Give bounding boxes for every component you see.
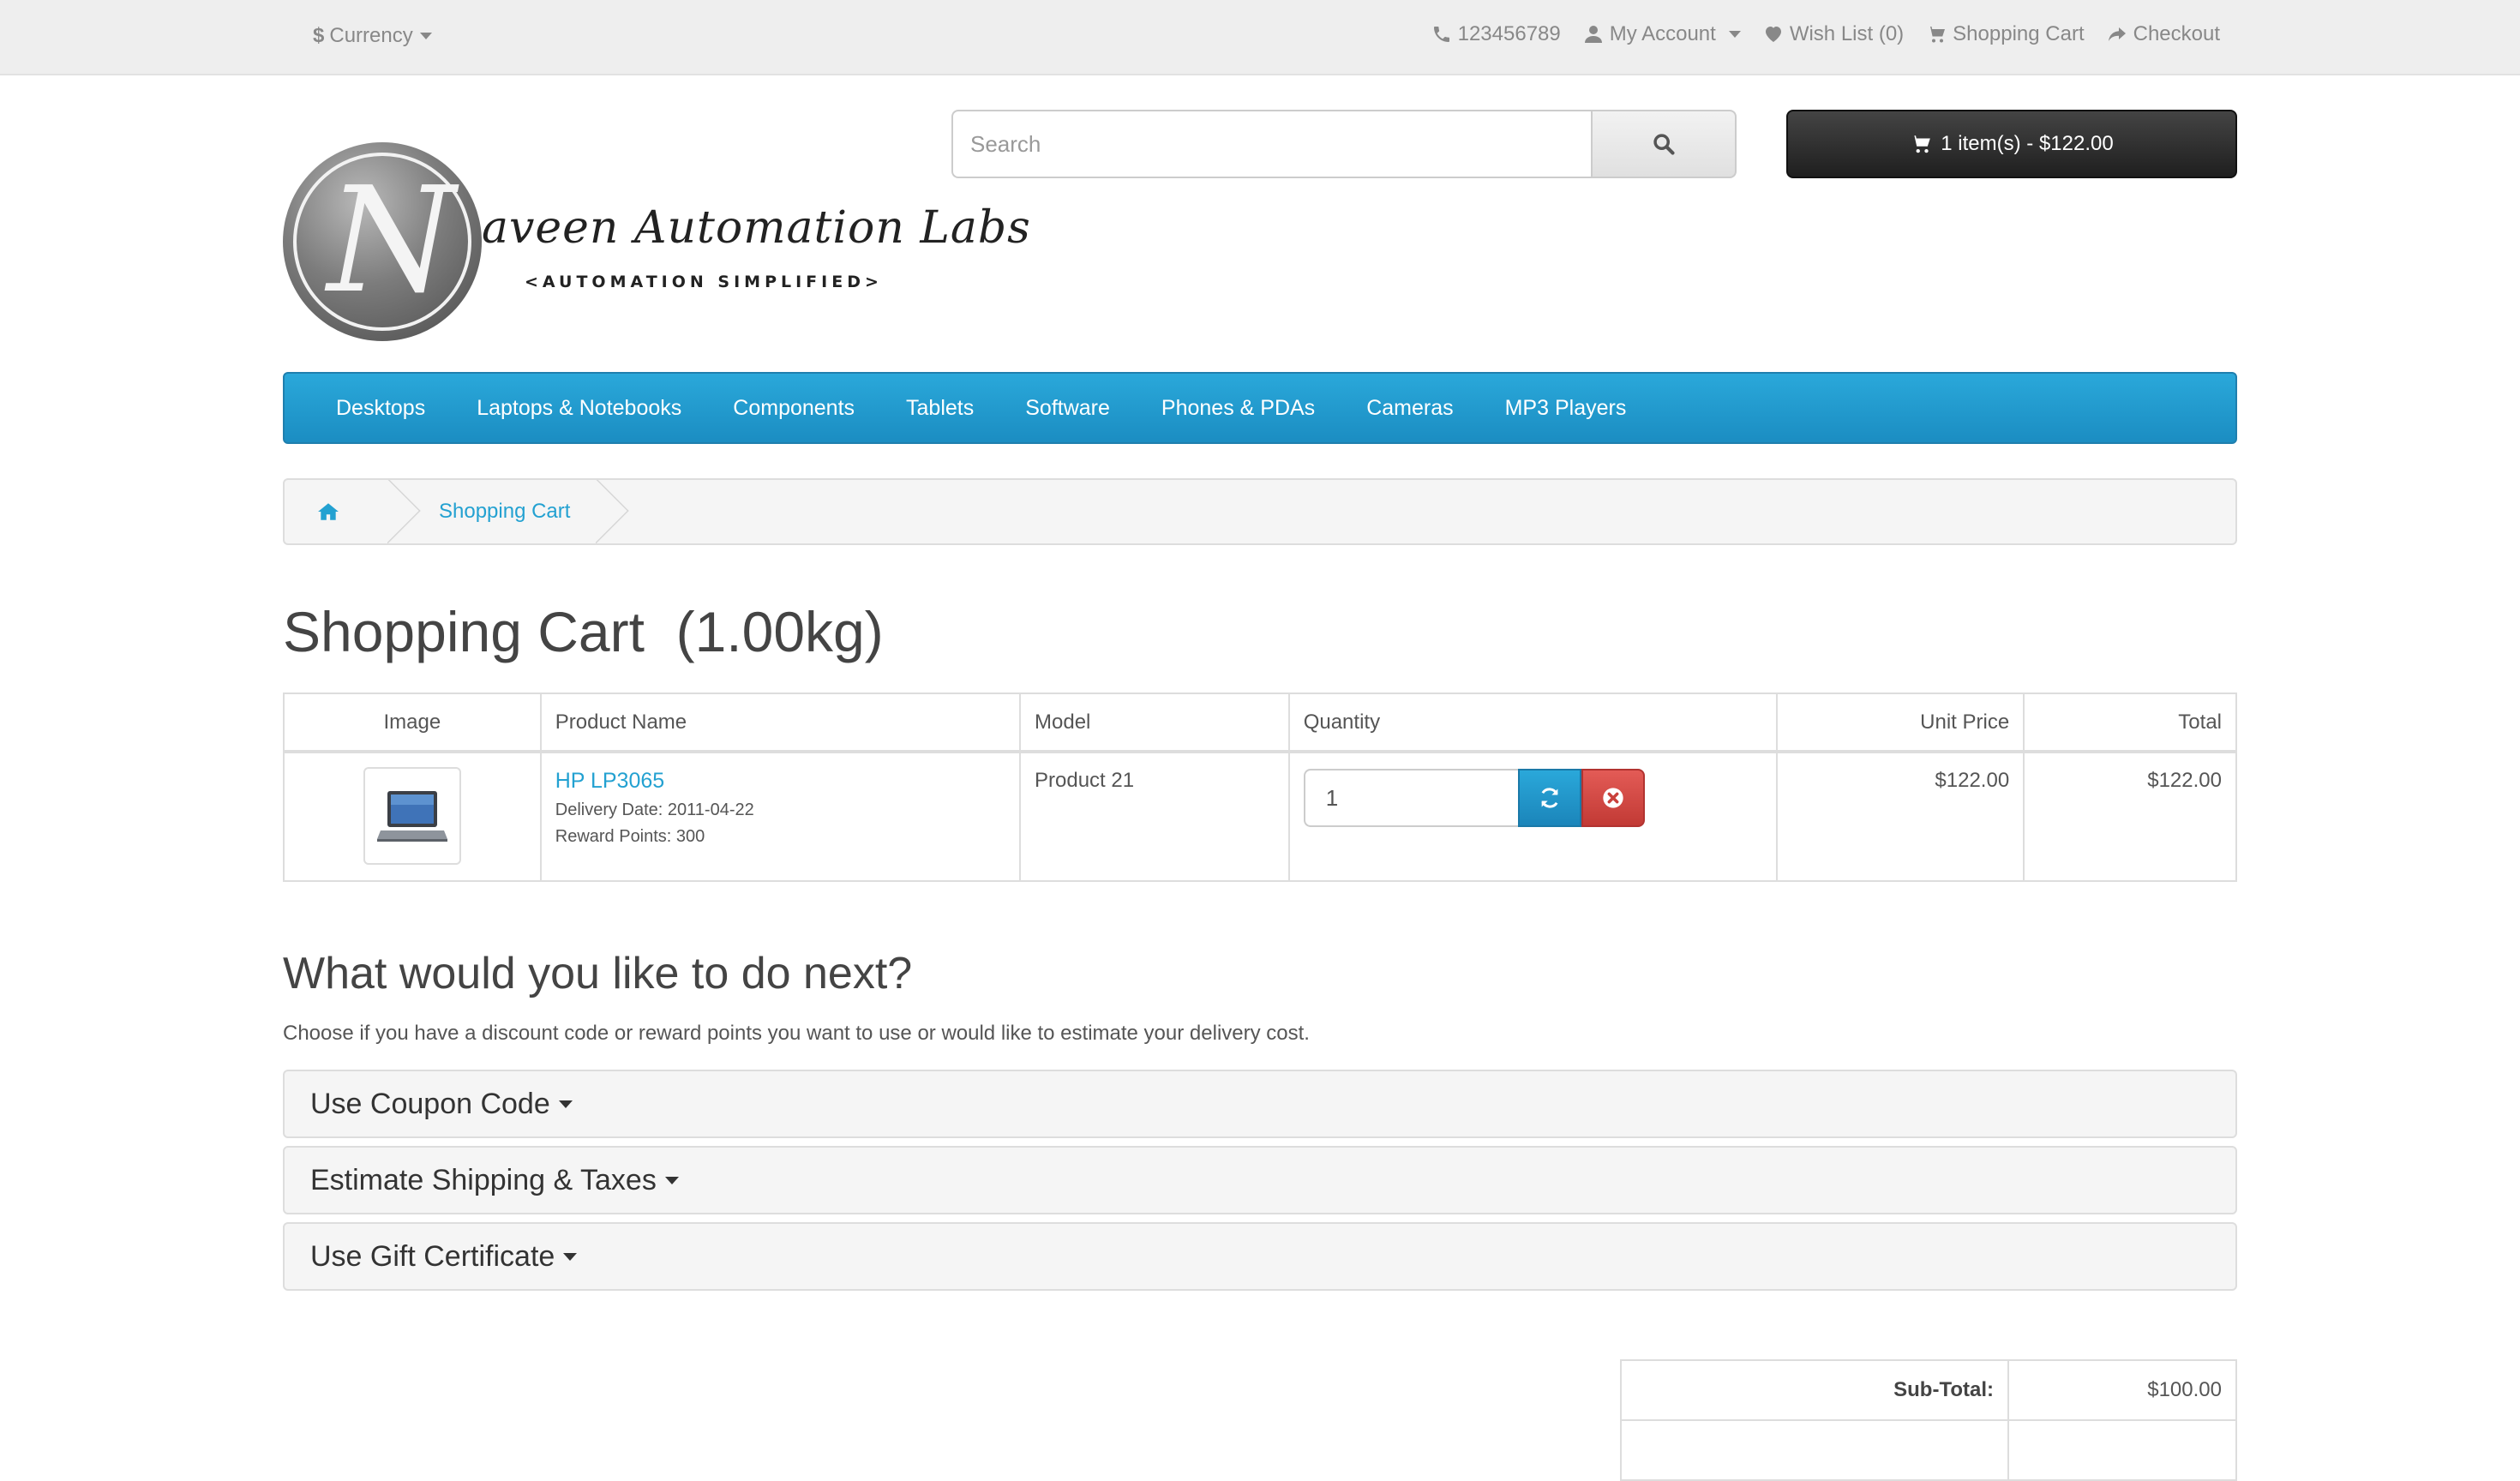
refresh-icon [1541, 788, 1558, 808]
currency-label: Currency [329, 24, 413, 47]
user-icon [1584, 26, 1602, 43]
close-circle-icon [1603, 788, 1623, 808]
menu-item-tablets[interactable]: Tablets [880, 396, 999, 421]
phone-number: 123456789 [1457, 22, 1561, 45]
store-logo[interactable]: N aveen Automation Labs <AUTOMATION SIMP… [283, 142, 1030, 341]
product-name-cell: HP LP3065 Delivery Date: 2011-04-22 Rewa… [539, 751, 1022, 882]
cart-table: Image Product Name Model Quantity Unit P… [283, 693, 2237, 882]
phone-link[interactable]: 123456789 [1431, 22, 1561, 46]
shopping-cart-link[interactable]: Shopping Cart [1926, 22, 2085, 46]
shopping-cart-label: Shopping Cart [1953, 22, 2085, 45]
wishlist-link[interactable]: Wish List (0) [1763, 22, 1904, 46]
top-links: 123456789 My Account Wish List (0) Shopp… [1431, 17, 2220, 51]
logo-tagline: <AUTOMATION SIMPLIFIED> [525, 273, 883, 291]
menu-item-laptops[interactable]: Laptops & Notebooks [451, 396, 707, 421]
header-total: Total [2023, 693, 2237, 752]
page-title: Shopping Cart (1.00kg) [283, 600, 884, 663]
currency-dropdown[interactable]: $ Currency [313, 19, 432, 53]
header-unit-price: Unit Price [1776, 693, 2025, 752]
totals-value-empty [2007, 1419, 2237, 1481]
cart-icon [1911, 135, 1931, 153]
caret-down-icon [563, 1252, 578, 1261]
menu-item-software[interactable]: Software [999, 396, 1136, 421]
total-cell: $122.00 [2023, 751, 2237, 882]
product-thumbnail[interactable] [363, 767, 461, 865]
next-steps-description: Choose if you have a discount code or re… [283, 1022, 1310, 1045]
header-image: Image [283, 693, 542, 752]
logo-brand-name: aveen Automation Labs [482, 202, 1031, 254]
model-cell: Product 21 [1019, 751, 1290, 882]
totals-row: Sub-Total: $100.00 [1620, 1359, 2237, 1421]
menu-item-mp3-players[interactable]: MP3 Players [1479, 396, 1653, 421]
my-account-label: My Account [1609, 22, 1716, 45]
breadcrumb-separator [387, 480, 422, 543]
menu-item-cameras[interactable]: Cameras [1341, 396, 1479, 421]
coupon-code-panel[interactable]: Use Coupon Code [283, 1070, 2237, 1138]
my-account-dropdown[interactable]: My Account [1583, 22, 1741, 46]
remove-button[interactable] [1581, 769, 1645, 827]
home-icon [318, 503, 339, 520]
currency-symbol: $ [313, 24, 325, 47]
cart-icon [1927, 27, 1946, 43]
cart-summary-button[interactable]: 1 item(s) - $122.00 [1786, 110, 2237, 178]
cart-summary-label: 1 item(s) - $122.00 [1941, 132, 2114, 155]
header-product-name: Product Name [539, 693, 1022, 752]
product-image-cell [283, 751, 542, 882]
caret-down-icon [1728, 31, 1741, 38]
checkout-label: Checkout [2133, 22, 2220, 45]
breadcrumb-shopping-cart[interactable]: Shopping Cart [422, 480, 596, 543]
totals-table: Sub-Total: $100.00 [1620, 1359, 2237, 1481]
totals-label-empty [1620, 1419, 2009, 1481]
breadcrumb: Shopping Cart [283, 478, 2237, 545]
checkout-link[interactable]: Checkout [2107, 22, 2220, 46]
quantity-input[interactable] [1303, 769, 1518, 827]
caret-down-icon [558, 1100, 573, 1108]
share-icon [2108, 27, 2126, 41]
delivery-date: Delivery Date: 2011-04-22 [555, 800, 754, 819]
search-button[interactable] [1591, 110, 1737, 178]
laptop-image [376, 791, 447, 842]
top-bar: $ Currency 123456789 My Account Wish Lis… [0, 0, 2520, 75]
phone-icon [1433, 27, 1449, 42]
quantity-cell [1287, 751, 1779, 882]
category-menu: Desktops Laptops & Notebooks Components … [283, 372, 2237, 444]
menu-item-components[interactable]: Components [707, 396, 880, 421]
gift-certificate-label: Use Gift Certificate [310, 1239, 555, 1273]
product-name-link[interactable]: HP LP3065 [555, 769, 1005, 794]
shipping-taxes-panel[interactable]: Estimate Shipping & Taxes [283, 1146, 2237, 1214]
header-model: Model [1019, 693, 1290, 752]
search-bar [951, 110, 1737, 178]
table-row: HP LP3065 Delivery Date: 2011-04-22 Rewa… [283, 751, 2237, 882]
breadcrumb-separator [596, 480, 630, 543]
shipping-taxes-label: Estimate Shipping & Taxes [310, 1163, 657, 1196]
quantity-control [1303, 769, 1763, 827]
caret-down-icon [664, 1176, 679, 1184]
menu-item-phones[interactable]: Phones & PDAs [1136, 396, 1341, 421]
subtotal-value: $100.00 [2007, 1359, 2237, 1421]
heart-icon [1765, 27, 1781, 42]
menu-item-desktops[interactable]: Desktops [310, 396, 451, 421]
header-quantity: Quantity [1287, 693, 1779, 752]
breadcrumb-home[interactable] [285, 480, 387, 543]
update-button[interactable] [1517, 769, 1581, 827]
subtotal-label: Sub-Total: [1620, 1359, 2009, 1421]
cart-table-header: Image Product Name Model Quantity Unit P… [283, 693, 2237, 752]
caret-down-icon [419, 33, 432, 39]
wishlist-label: Wish List (0) [1789, 22, 1905, 45]
next-steps-heading: What would you like to do next? [283, 949, 913, 998]
gift-certificate-panel[interactable]: Use Gift Certificate [283, 1222, 2237, 1291]
reward-points: Reward Points: 300 [555, 827, 705, 846]
coupon-code-label: Use Coupon Code [310, 1087, 550, 1120]
search-input[interactable] [951, 110, 1591, 178]
search-icon [1653, 134, 1675, 155]
totals-row [1620, 1419, 2237, 1481]
logo-letter: N [327, 156, 455, 326]
unit-price-cell: $122.00 [1776, 751, 2025, 882]
